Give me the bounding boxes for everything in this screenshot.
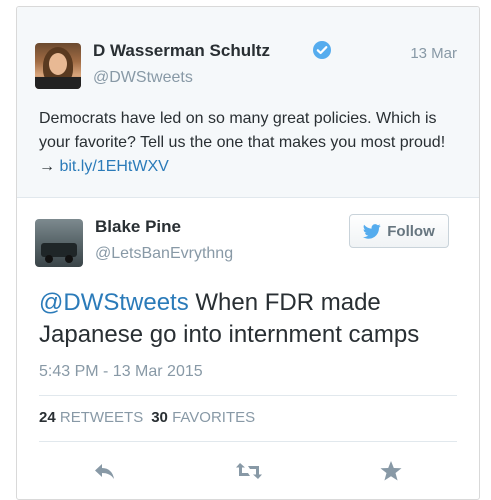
follow-button[interactable]: Follow (349, 214, 449, 248)
retweets-stat[interactable]: 24 RETWEETS (39, 409, 143, 426)
follow-button-label: Follow (387, 222, 435, 240)
retweets-label: RETWEETS (59, 409, 144, 426)
twitter-bird-icon (363, 223, 381, 239)
parent-tweet-text: Democrats have led on so many great poli… (39, 107, 459, 179)
tweet-card: D Wasserman Schultz @DWStweets 13 Mar De… (16, 6, 480, 500)
tweet-mention[interactable]: @DWStweets (39, 289, 189, 316)
main-author-handle[interactable]: @LetsBanEvrythng (95, 245, 233, 263)
reply-icon[interactable] (89, 455, 121, 487)
favorites-count: 30 (151, 409, 168, 426)
main-tweet-text: @DWStweets When FDR made Japanese go int… (39, 287, 469, 351)
parent-author-name[interactable]: D Wasserman Schultz (93, 41, 270, 61)
avatar-main[interactable] (35, 219, 83, 267)
tweet-stats: 24 RETWEETS 30 FAVORITES (39, 409, 255, 426)
avatar-parent[interactable] (35, 43, 81, 89)
parent-tweet[interactable]: D Wasserman Schultz @DWStweets 13 Mar De… (17, 7, 479, 198)
divider (39, 395, 457, 396)
favorites-stat[interactable]: 30 FAVORITES (151, 409, 255, 426)
retweets-count: 24 (39, 409, 56, 426)
parent-tweet-date[interactable]: 13 Mar (410, 45, 457, 62)
parent-author-handle[interactable]: @DWStweets (93, 69, 193, 87)
tweet-actions (17, 455, 479, 491)
main-author-name[interactable]: Blake Pine (95, 217, 181, 237)
parent-tweet-link[interactable]: bit.ly/1EHtWXV (59, 158, 168, 175)
verified-badge-icon (313, 41, 331, 59)
tweet-timestamp[interactable]: 5:43 PM - 13 Mar 2015 (39, 363, 203, 381)
divider (39, 441, 457, 442)
retweet-icon[interactable] (233, 455, 265, 487)
favorites-label: FAVORITES (172, 409, 256, 426)
star-icon[interactable] (375, 455, 407, 487)
